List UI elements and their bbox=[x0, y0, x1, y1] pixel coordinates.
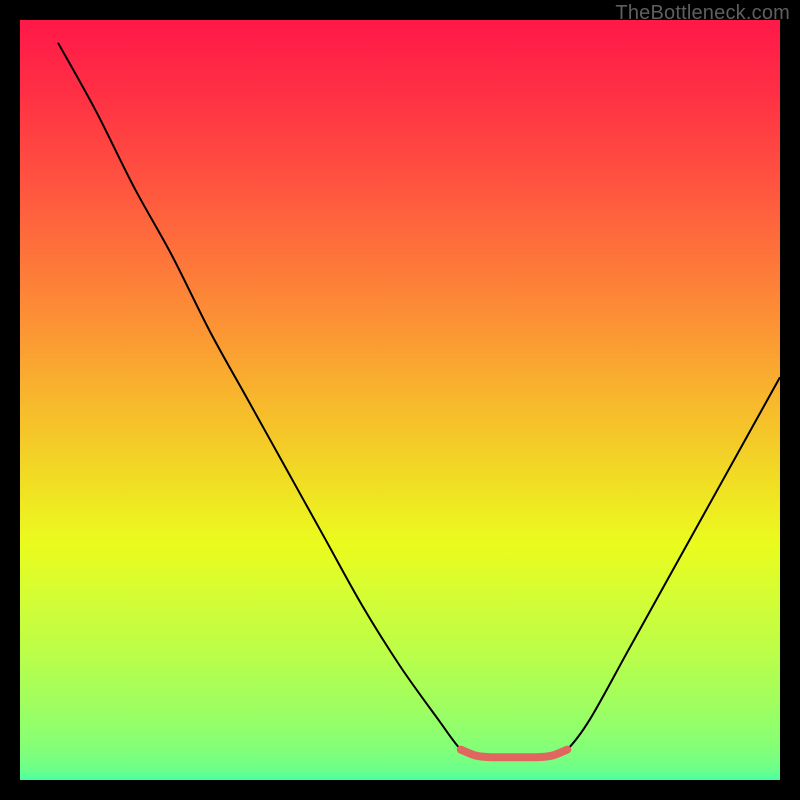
plot-area bbox=[20, 20, 780, 780]
chart-frame: TheBottleneck.com bbox=[0, 0, 800, 800]
bottleneck-curve bbox=[58, 43, 780, 758]
watermark-text: TheBottleneck.com bbox=[615, 2, 790, 25]
floor-marker bbox=[461, 750, 567, 758]
chart-svg-layer bbox=[20, 20, 780, 780]
